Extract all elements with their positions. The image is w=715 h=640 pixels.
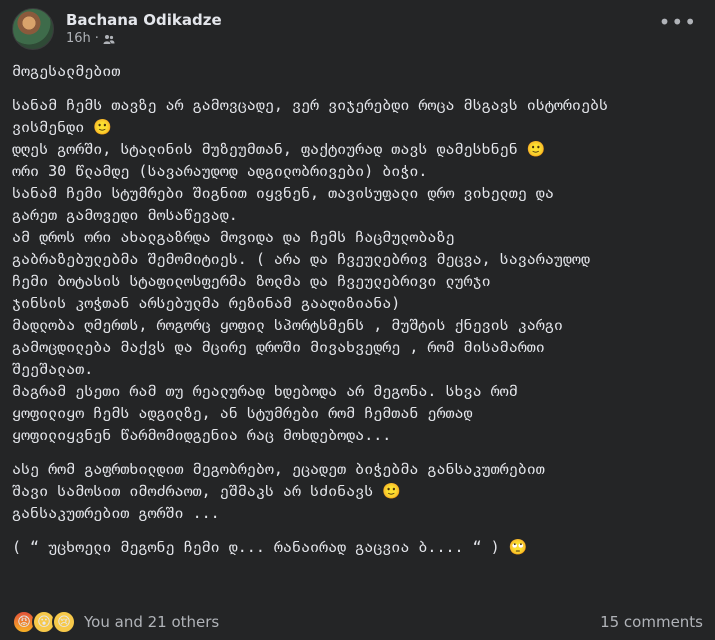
post-text-line: შეეშალათ.: [12, 360, 94, 378]
separator: ·: [94, 31, 99, 46]
post-text-line: მაგრამ ესეთი რამ თუ რეალურად ხდებოდა არ …: [12, 382, 518, 400]
post-text-line: გამოცდილება მაქვს და მცირე დროში მივახვე…: [12, 338, 545, 356]
post-body: მოგესალმებით სანამ ჩემს თავზე არ გამოვცად…: [12, 60, 703, 558]
post-text-line: ორი 30 წლამდე (სავარაუდოდ ადგილობრივები)…: [12, 162, 428, 180]
reaction-summary[interactable]: 😡 😮 😢 You and 21 others: [12, 610, 219, 634]
post-text-line: მადლობა ღმერთს, როგორც ყოფილ სპორტსმენს …: [12, 316, 563, 334]
post-text-line: მოგესალმებით: [12, 62, 121, 80]
reaction-count[interactable]: You and 21 others: [84, 613, 219, 631]
post-timestamp-row: 16h ·: [66, 30, 222, 48]
sad-reaction-icon[interactable]: 😢: [52, 610, 76, 634]
post-text-line: [12, 82, 703, 94]
post-text-line: ( “ უცხოელი მეგონე ჩემი დ... რანაირად გა…: [12, 538, 528, 556]
post-text-line: ჯინსის კოჭთან არსებულმა რეზინამ გააღიზია…: [12, 294, 401, 312]
comments-count[interactable]: 15 comments: [600, 613, 703, 631]
post-text-line: [12, 446, 703, 458]
post-time[interactable]: 16h: [66, 30, 91, 48]
post-header: Bachana Odikadze 16h ·: [12, 7, 222, 51]
post-text-line: [12, 524, 703, 536]
post-text-line: დღეს გორში, სტალინის მუზეუმთან, ფაქტიურა…: [12, 140, 546, 158]
post-text-line: ამ დროს ორი ახალგაზრდა მოვიდა და ჩემს ჩა…: [12, 228, 455, 246]
post-text-line: შავი სამოსით იმოძრაოთ, ეშმაკს არ სძინავს…: [12, 482, 401, 500]
post-text-line: გაბრაზებულებმა შემომიტიეს. ( არა და ჩვეუ…: [12, 250, 590, 268]
author-name[interactable]: Bachana Odikadze: [66, 10, 222, 30]
post-text-line: ასე რომ გაფრთხილდით მეგობრებო, ეცადეთ ბი…: [12, 460, 545, 478]
post-text-line: სანამ ჩემი სტუმრები შიგნით იყვნენ, თავის…: [12, 184, 554, 202]
author-avatar[interactable]: [12, 8, 54, 50]
more-options-icon[interactable]: •••: [659, 12, 697, 32]
post-text-line: გარეთ გამოვედი მოსაწევად.: [12, 206, 238, 224]
post-text-line: განსაკუთრებით გორში ...: [12, 504, 220, 522]
post-text-line: ყოფილიყო ჩემს ადგილზე, ან სტუმრები რომ ჩ…: [12, 404, 473, 422]
post-meta: Bachana Odikadze 16h ·: [66, 10, 222, 48]
post-text-line: ჩემი ბოტასის სტაფილოსფერმა ზოლმა და ჩვეუ…: [12, 272, 491, 290]
reactions-bar: 😡 😮 😢 You and 21 others 15 comments: [12, 608, 703, 636]
post-text-line: ვისმენდი 🙂: [12, 118, 112, 136]
facebook-post: Bachana Odikadze 16h · ••• მოგესალმებით ს…: [0, 0, 715, 640]
post-text-line: ყოფილიყვნენ წარმომიდგენია რაც მოხდებოდა.…: [12, 426, 392, 444]
friends-icon[interactable]: [103, 33, 115, 45]
post-text-line: სანამ ჩემს თავზე არ გამოვცადე, ვერ ვიჯერ…: [12, 96, 609, 114]
